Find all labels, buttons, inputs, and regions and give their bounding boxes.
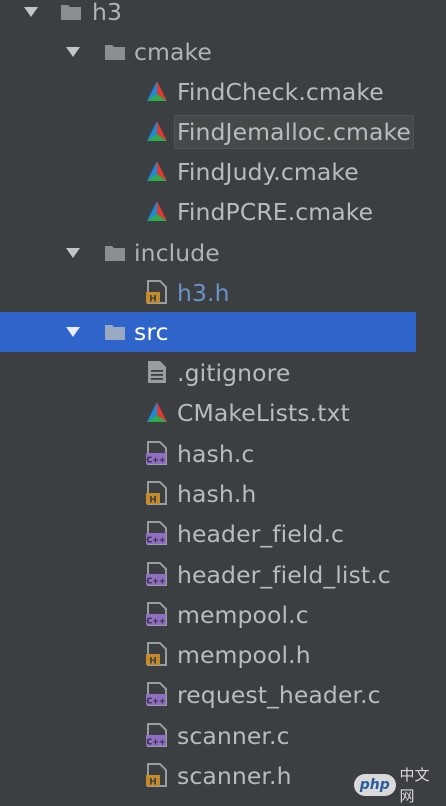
c-source-icon: C++: [146, 521, 168, 545]
header-badge-text: H: [149, 778, 157, 788]
c-badge-text: C++: [146, 738, 165, 747]
tree-row-src-file[interactable]: C++ hash.c: [0, 434, 416, 474]
file-name: CMakeLists.txt: [177, 399, 350, 427]
c-badge-text: C++: [146, 697, 165, 706]
file-name: header_field.c: [177, 520, 345, 548]
c-badge-text: C++: [146, 577, 165, 586]
tree-row-src-file[interactable]: C++ header_field_list.c: [0, 555, 416, 595]
tree-row-cmake-file[interactable]: FindCheck.cmake: [0, 72, 416, 112]
tree-row-src-file[interactable]: C++ header_field.c: [0, 514, 416, 554]
tree-row-cmake-file[interactable]: FindJudy.cmake: [0, 152, 416, 192]
cmake-icon: [146, 401, 168, 425]
header-file-icon: H: [146, 280, 168, 305]
folder-name-include: include: [134, 239, 220, 267]
tree-row-src-file[interactable]: C++ mempool.c: [0, 595, 416, 635]
c-source-icon: C++: [146, 602, 168, 626]
file-name: FindJudy.cmake: [177, 158, 359, 186]
cmake-icon: [146, 200, 168, 224]
file-name: mempool.h: [177, 641, 311, 669]
folder-icon: [104, 43, 126, 61]
tree-row-include-file[interactable]: H h3.h: [0, 273, 416, 313]
header-file-icon: H: [146, 763, 168, 788]
file-name: hash.h: [177, 480, 257, 508]
project-tree[interactable]: h3 cmake FindCheck.cmake FindJemalloc.cm…: [0, 0, 446, 800]
header-badge-text: H: [149, 496, 157, 506]
folder-name-src: src: [134, 318, 169, 346]
cmake-icon: [146, 120, 168, 144]
chevron-down-icon[interactable]: [22, 5, 40, 19]
file-name: scanner.h: [177, 762, 292, 790]
file-name: FindJemalloc.cmake: [174, 115, 414, 149]
header-file-icon: H: [146, 481, 168, 506]
c-badge-text: C++: [146, 617, 165, 626]
folder-icon: [60, 3, 82, 21]
c-source-icon: C++: [146, 441, 168, 465]
tree-row-src-file[interactable]: H hash.h: [0, 474, 416, 514]
file-name: FindCheck.cmake: [177, 78, 384, 106]
file-name: FindPCRE.cmake: [177, 198, 374, 226]
chevron-down-icon[interactable]: [64, 325, 82, 339]
c-badge-text: C++: [146, 456, 165, 465]
tree-row-root[interactable]: h3: [0, 0, 416, 32]
c-source-icon: C++: [146, 682, 168, 706]
folder-name-root: h3: [92, 0, 123, 26]
text-file-icon: [146, 360, 168, 384]
header-badge-text: H: [149, 295, 157, 305]
file-name: mempool.c: [177, 601, 309, 629]
cmake-icon: [146, 80, 168, 104]
watermark: php 中文网: [354, 766, 444, 805]
chevron-down-icon[interactable]: [64, 45, 82, 59]
folder-name-cmake: cmake: [134, 38, 212, 66]
tree-row-src[interactable]: src: [0, 312, 416, 352]
file-name: .gitignore: [177, 359, 291, 387]
tree-row-src-file[interactable]: CMakeLists.txt: [0, 393, 416, 433]
tree-row-src-file[interactable]: C++ request_header.c: [0, 675, 416, 715]
tree-row-src-file[interactable]: H mempool.h: [0, 635, 416, 675]
c-source-icon: C++: [146, 723, 168, 747]
file-name: scanner.c: [177, 722, 290, 750]
tree-row-cmake-file[interactable]: FindPCRE.cmake: [0, 192, 416, 232]
folder-icon: [104, 323, 126, 341]
header-file-icon: H: [146, 642, 168, 667]
file-name: request_header.c: [177, 681, 381, 709]
tree-row-src-file[interactable]: C++ scanner.c: [0, 716, 416, 756]
tree-row-src-file[interactable]: .gitignore: [0, 353, 416, 393]
cmake-icon: [146, 160, 168, 184]
file-name: h3.h: [177, 279, 230, 307]
file-name: hash.c: [177, 440, 255, 468]
tree-row-include[interactable]: include: [0, 233, 416, 273]
folder-icon: [104, 244, 126, 262]
chevron-down-icon[interactable]: [64, 246, 82, 260]
c-source-icon: C++: [146, 562, 168, 586]
file-name: header_field_list.c: [177, 561, 391, 589]
c-badge-text: C++: [146, 536, 165, 545]
tree-row-cmake[interactable]: cmake: [0, 32, 416, 72]
watermark-logo: php: [354, 774, 396, 796]
header-badge-text: H: [149, 657, 157, 667]
tree-row-cmake-file[interactable]: FindJemalloc.cmake: [0, 112, 416, 152]
